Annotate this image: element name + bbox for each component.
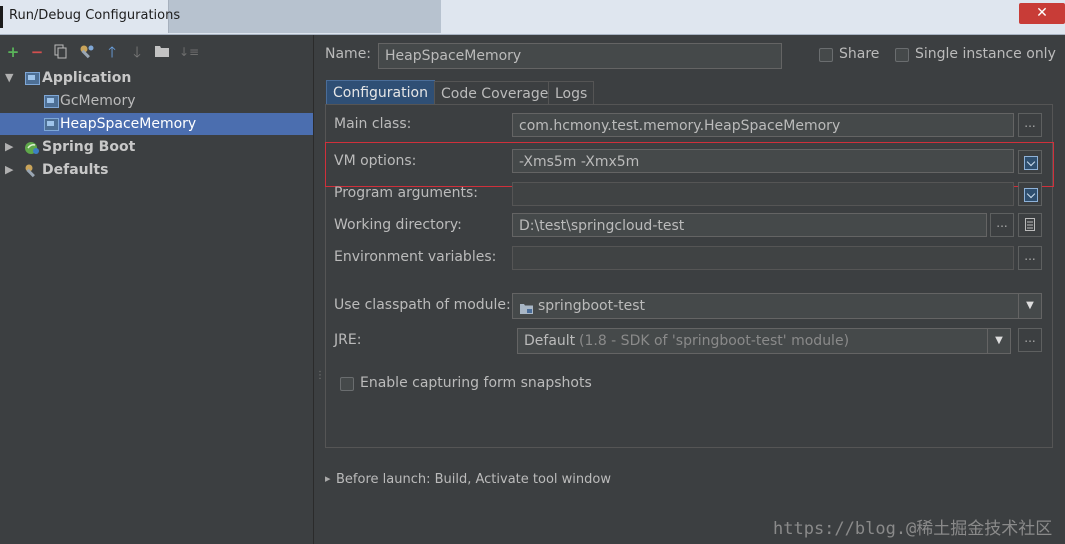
edit-environment-variables-button[interactable]: ... — [1018, 246, 1042, 270]
tree-item-application[interactable]: ▼ Application — [0, 67, 313, 89]
classpath-module-value: springboot-test — [538, 298, 646, 314]
tree-item-gcmemory[interactable]: GcMemory — [0, 90, 313, 112]
single-instance-label: Single instance only — [915, 46, 1056, 62]
expand-icon — [1024, 188, 1038, 202]
tree-item-label: GcMemory — [60, 93, 136, 109]
insert-macro-button[interactable] — [1018, 213, 1042, 237]
classpath-module-label: Use classpath of module: — [334, 297, 511, 313]
dropdown-arrow-icon[interactable]: ▼ — [987, 329, 1010, 353]
before-launch-expand-icon[interactable]: ▸ — [325, 472, 331, 485]
watermark-text: https://blog.@稀土掘金技术社区 — [773, 519, 1053, 539]
collapsed-arrow-icon[interactable]: ▶ — [5, 159, 13, 181]
jre-value: Default — [524, 333, 576, 349]
classpath-module-select[interactable]: springboot-test ▼ — [512, 293, 1042, 319]
working-directory-input[interactable]: D:\test\springcloud-test — [512, 213, 987, 237]
title-bar-edge — [0, 6, 3, 28]
wrench-icon[interactable] — [79, 44, 95, 60]
tree-item-label: Defaults — [42, 162, 109, 178]
tree-item-heapspacememory[interactable]: HeapSpaceMemory — [0, 113, 313, 135]
add-icon[interactable]: + — [5, 44, 21, 60]
tab-code-coverage[interactable]: Code Coverage — [434, 81, 556, 105]
window-title: Run/Debug Configurations — [9, 8, 181, 23]
main-class-input[interactable]: com.hcmony.test.memory.HeapSpaceMemory — [512, 113, 1014, 137]
folder-icon[interactable] — [154, 44, 170, 60]
module-folder-icon — [519, 299, 534, 323]
defaults-wrench-icon — [24, 163, 37, 178]
vm-options-label: VM options: — [334, 153, 417, 169]
dropdown-arrow-icon[interactable]: ▼ — [1018, 294, 1041, 318]
spring-boot-icon — [24, 140, 39, 154]
remove-icon[interactable]: − — [29, 44, 45, 60]
move-down-icon[interactable]: 🡓 — [129, 44, 145, 60]
name-input[interactable]: HeapSpaceMemory — [378, 43, 782, 69]
tab-logs[interactable]: Logs — [548, 81, 595, 105]
expanded-arrow-icon[interactable]: ▼ — [5, 67, 13, 89]
tree-item-label: HeapSpaceMemory — [60, 116, 197, 132]
close-button[interactable]: ✕ — [1019, 3, 1065, 24]
environment-variables-label: Environment variables: — [334, 249, 497, 265]
single-instance-checkbox[interactable] — [895, 48, 909, 62]
sort-icon[interactable]: ↓≡ — [179, 44, 199, 60]
application-config-icon — [44, 95, 59, 108]
application-config-icon — [44, 118, 59, 131]
working-directory-label: Working directory: — [334, 217, 462, 233]
browse-main-class-button[interactable]: ... — [1018, 113, 1042, 137]
tree-item-label: Application — [42, 70, 132, 86]
splitter-handle[interactable]: ⋮ — [315, 371, 325, 381]
tree-item-spring-boot[interactable]: ▶ Spring Boot — [0, 136, 313, 158]
collapsed-arrow-icon[interactable]: ▶ — [5, 136, 13, 158]
vm-options-input[interactable]: -Xms5m -Xmx5m — [512, 149, 1014, 173]
application-icon — [25, 72, 40, 85]
share-label: Share — [839, 46, 880, 62]
move-up-icon[interactable]: 🡑 — [104, 44, 120, 60]
configurations-sidebar: + − 🡑 🡓 ↓≡ ▼ Application GcMemory HeapSp… — [0, 35, 314, 544]
browse-jre-button[interactable]: ... — [1018, 328, 1042, 352]
program-arguments-label: Program arguments: — [334, 185, 478, 201]
name-label: Name: — [325, 46, 372, 62]
copy-icon[interactable] — [53, 44, 69, 60]
jre-label: JRE: — [334, 332, 362, 348]
browse-working-directory-button[interactable]: ... — [990, 213, 1014, 237]
program-arguments-input[interactable] — [512, 182, 1014, 206]
share-checkbox[interactable] — [819, 48, 833, 62]
tab-configuration[interactable]: Configuration — [326, 80, 435, 105]
tree-item-defaults[interactable]: ▶ Defaults — [0, 159, 313, 181]
jre-select[interactable]: Default (1.8 - SDK of 'springboot-test' … — [517, 328, 1011, 354]
title-bar-background-window — [168, 0, 441, 33]
environment-variables-input[interactable] — [512, 246, 1014, 270]
expand-icon — [1024, 156, 1038, 170]
tree-item-label: Spring Boot — [42, 139, 136, 155]
expand-vm-options-button[interactable] — [1018, 150, 1042, 174]
enable-snapshots-label: Enable capturing form snapshots — [360, 375, 592, 391]
main-class-label: Main class: — [334, 116, 412, 132]
jre-detail: (1.8 - SDK of 'springboot-test' module) — [579, 333, 850, 349]
before-launch-label[interactable]: Before launch: Build, Activate tool wind… — [336, 472, 611, 487]
enable-snapshots-checkbox[interactable] — [340, 377, 354, 391]
expand-program-arguments-button[interactable] — [1018, 182, 1042, 206]
